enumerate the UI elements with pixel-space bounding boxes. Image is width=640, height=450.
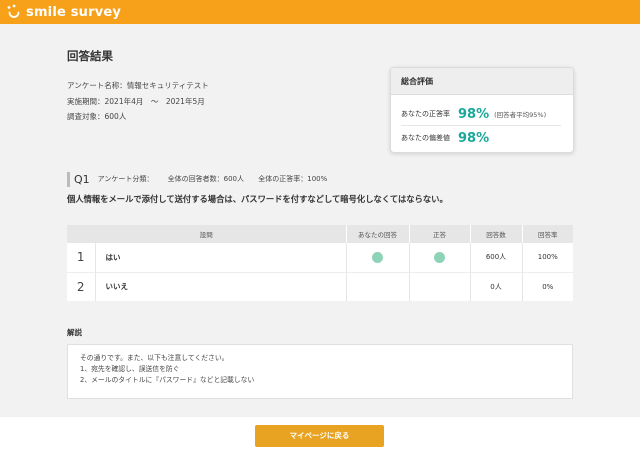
brand-name: smile survey (26, 4, 122, 20)
survey-name: アンケート名称：情報セキュリティテスト (67, 81, 209, 90)
question-category: アンケート分類： (97, 175, 154, 183)
deviation-value: 98% (458, 130, 490, 146)
answer-table: 設問 あなたの回答 正答 回答数 回答率 1 はい 600人 100% 2 いい… (67, 225, 573, 301)
your-answer-cell (345, 243, 409, 272)
survey-period: 実施期間：2021年4月 ～ 2021年5月 (67, 97, 205, 106)
accuracy-value: 98% (458, 106, 490, 122)
summary-divider (401, 125, 561, 126)
row-rate: 100% (521, 243, 573, 272)
correct-answer-cell (408, 243, 470, 272)
overall-evaluation-title: 総合評価 (391, 68, 573, 95)
explanation-line: 1、宛先を確認し、誤送信を防ぐ (80, 365, 180, 373)
correct-answer-marker-icon (434, 251, 445, 263)
explanation-line: その通りです。また、以下も注意してください。 (80, 354, 229, 362)
row-label: はい (94, 243, 346, 272)
question-number: Q1 (74, 172, 90, 186)
row-label: いいえ (94, 271, 346, 301)
header-question: 設問 (67, 225, 346, 243)
back-to-mypage-button[interactable]: マイページに戻る (255, 425, 384, 447)
deviation-label: あなたの偏差値 (401, 134, 450, 142)
row-index: 1 (67, 243, 95, 272)
your-answer-cell (345, 271, 409, 301)
page-title: 回答結果 (67, 49, 113, 63)
row-index: 2 (67, 271, 95, 301)
header-your-answer: あなたの回答 (345, 225, 409, 243)
explanation-title: 解説 (67, 328, 82, 337)
table-row: 1 はい 600人 100% (67, 243, 573, 272)
question-text: 個人情報をメールで添付して送付する場合は、パスワードを付すなどして暗号化しなくて… (67, 194, 448, 204)
explanation-box: その通りです。また、以下も注意してください。 1、宛先を確認し、誤送信を防ぐ 2… (67, 344, 573, 399)
top-header-bar: smile survey (0, 0, 640, 24)
question-meta: アンケート分類： 全体の回答者数：600人 全体の正答率：100% (98, 174, 340, 184)
accuracy-row: あなたの正答率 98% (回答者平均95%) (401, 104, 546, 124)
overall-evaluation-card: 総合評価 あなたの正答率 98% (回答者平均95%) あなたの偏差値 98% (390, 67, 574, 153)
explanation-line: 2、メールのタイトルに『パスワード』などと記載しない (80, 376, 255, 384)
question-header: Q1 アンケート分類： 全体の回答者数：600人 全体の正答率：100% (67, 170, 339, 188)
row-count: 600人 (469, 243, 522, 272)
smile-logo-icon (6, 4, 22, 20)
table-row: 2 いいえ 0人 0% (67, 271, 573, 301)
your-answer-marker-icon (372, 251, 383, 263)
header-count: 回答数 (469, 225, 522, 243)
brand-logo[interactable]: smile survey (6, 3, 121, 21)
question-total-respondents: 全体の回答者数：600人 (167, 175, 245, 183)
accuracy-average-note: (回答者平均95%) (494, 111, 547, 119)
header-correct: 正答 (408, 225, 470, 243)
header-rate: 回答率 (521, 225, 573, 243)
row-count: 0人 (469, 271, 522, 301)
question-total-accuracy: 全体の正答率：100% (258, 175, 328, 183)
survey-target: 調査対象：600人 (67, 112, 127, 121)
accuracy-label: あなたの正答率 (401, 110, 450, 118)
correct-answer-cell (408, 271, 470, 301)
deviation-row: あなたの偏差値 98% (401, 128, 494, 148)
table-header-row: 設問 あなたの回答 正答 回答数 回答率 (67, 225, 573, 243)
question-accent-bar (67, 171, 70, 187)
row-rate: 0% (521, 271, 573, 301)
